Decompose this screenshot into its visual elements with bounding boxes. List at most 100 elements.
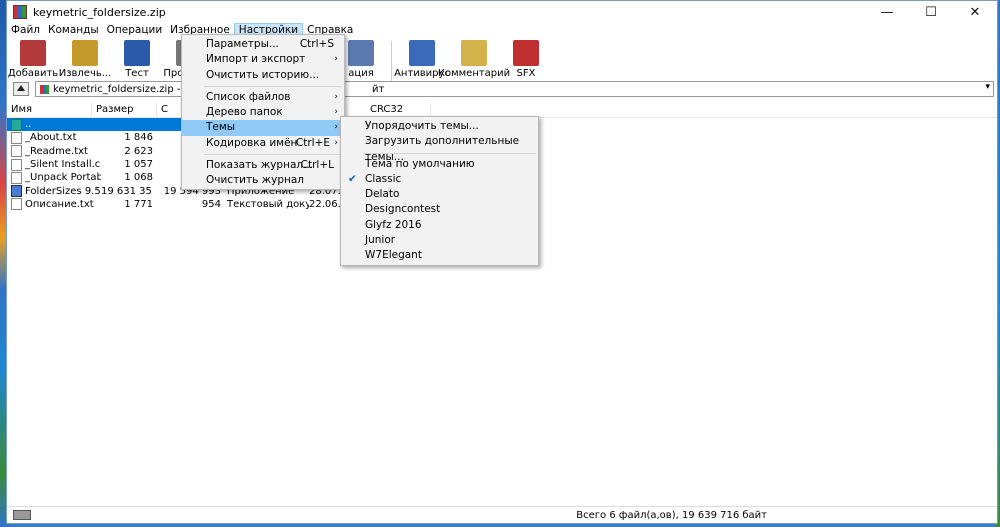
menu-1[interactable]: Команды xyxy=(44,23,103,37)
settings_menu-item-1[interactable]: Импорт и экспорт › xyxy=(182,52,344,67)
toolbar-separator xyxy=(391,41,392,81)
file-name: _About.txt xyxy=(25,132,77,144)
themes_menu-item-label: W7Elegant xyxy=(365,249,422,262)
settings_menu-item-7[interactable]: Кодировка имён Ctrl+E › xyxy=(182,136,344,151)
file-size: 19 631 351 xyxy=(101,185,153,197)
chevron-down-icon[interactable]: ▾ xyxy=(985,82,990,92)
settings_menu-item-5[interactable]: Дерево папок › xyxy=(182,105,344,120)
parent-folder-icon xyxy=(11,118,22,131)
toolbar-button-1[interactable]: Извлечь... xyxy=(59,38,111,84)
themes_menu-item-3[interactable]: Тема по умолчанию xyxy=(341,157,538,172)
themes_menu-item-0[interactable]: Упорядочить темы... xyxy=(341,119,538,134)
settings_menu-item-label: Кодировка имён xyxy=(206,136,298,149)
settings_menu-item-label: Дерево папок xyxy=(206,106,283,119)
settings_menu-item-label: Список файлов xyxy=(206,90,291,103)
file-size: 2 623 xyxy=(124,145,153,157)
chevron-right-icon: › xyxy=(334,54,338,65)
themes_menu-item-label: Упорядочить темы... xyxy=(365,120,479,132)
add-archive-icon xyxy=(20,40,46,66)
shortcut-label: Ctrl+E xyxy=(295,136,330,149)
themes_menu-item-6[interactable]: Designcontest xyxy=(341,202,538,217)
antivirus-icon xyxy=(409,40,435,66)
settings_menu-item-4[interactable]: Список файлов › xyxy=(182,90,344,105)
shortcut-label: Ctrl+L xyxy=(300,159,334,172)
column-size[interactable]: Размер xyxy=(92,103,157,117)
themes_menu-item-label: Тема по умолчанию xyxy=(365,157,475,170)
settings_menu-item-10[interactable]: Очистить журнал xyxy=(182,173,344,188)
file-type: Текстовый докум... xyxy=(227,198,309,210)
archive-icon xyxy=(40,84,49,94)
themes_menu-item-1[interactable]: Загрузить дополнительные темы... xyxy=(341,134,538,162)
chevron-right-icon: › xyxy=(334,107,338,118)
toolbar-label: Извлечь... xyxy=(58,68,112,79)
file-size: 1 068 xyxy=(124,172,153,184)
status-bar: Всего 6 файл(а,ов), 19 639 716 байт xyxy=(7,506,997,523)
settings_menu-item-0[interactable]: Параметры... Ctrl+S xyxy=(182,37,344,52)
toolbar-button-0[interactable]: Добавить xyxy=(7,38,59,84)
toolbar-button-2[interactable]: Тест xyxy=(111,38,163,84)
file-name: Описание.txt xyxy=(25,198,94,210)
themes_menu-item-label: Designcontest xyxy=(365,203,441,216)
file-name: _Silent Install.cmd xyxy=(25,159,101,171)
chevron-right-icon: › xyxy=(334,91,338,102)
themes_menu-item-7[interactable]: Glyfz 2016 xyxy=(341,218,538,233)
column-name[interactable]: Имя xyxy=(7,103,92,117)
text-file-icon xyxy=(11,131,22,144)
settings-menu: Параметры... Ctrl+S Импорт и экспорт › Очист… xyxy=(181,34,345,190)
close-icon: ✕ xyxy=(969,4,981,20)
themes_menu-item-8[interactable]: Junior xyxy=(341,233,538,248)
themes_menu-item-label: Junior xyxy=(365,234,396,247)
comment-icon xyxy=(461,40,487,66)
file-name: .. xyxy=(25,119,32,131)
close-button[interactable]: ✕ xyxy=(953,1,997,23)
address-bar: keymetric_foldersize.zip - ZIP арх йт ▾ xyxy=(7,81,997,97)
maximize-icon: ☐ xyxy=(925,4,937,20)
winrar-app-icon xyxy=(13,5,27,19)
file-name: _Unpack Portabl... xyxy=(25,172,101,184)
address-field[interactable]: keymetric_foldersize.zip - ZIP арх йт ▾ xyxy=(35,81,994,97)
file-packed: 954 xyxy=(201,198,221,210)
themes_menu-item-label: Classic xyxy=(365,172,402,185)
settings_menu-item-label: Очистить историю... xyxy=(206,68,320,81)
up-folder-button[interactable] xyxy=(13,82,29,96)
menu-separator xyxy=(204,85,342,87)
settings_menu-item-label: Параметры... xyxy=(206,38,279,50)
file-row[interactable]: .. xyxy=(7,118,183,132)
extract-icon xyxy=(72,40,98,66)
address-tail: йт xyxy=(372,83,385,95)
settings_menu-item-6[interactable]: Темы › xyxy=(182,120,344,136)
settings_menu-item-label: Показать журнал... xyxy=(206,159,314,172)
maximize-button[interactable]: ☐ xyxy=(909,1,953,23)
toolbar-button-7[interactable]: SFX xyxy=(500,38,552,84)
themes_menu-item-label: Delato xyxy=(365,188,400,201)
menu-0[interactable]: Файл xyxy=(7,23,44,37)
chevron-right-icon: › xyxy=(334,137,338,148)
themes_menu-item-5[interactable]: Delato xyxy=(341,187,538,202)
settings_menu-item-label: Очистить журнал xyxy=(206,174,304,187)
toolbar-label: ация xyxy=(348,68,374,79)
text-file-icon xyxy=(11,145,22,158)
chevron-right-icon: › xyxy=(334,122,338,133)
file-size: 1 771 xyxy=(124,198,153,210)
info-icon xyxy=(348,40,374,66)
themes_menu-item-9[interactable]: W7Elegant xyxy=(341,248,538,263)
keys-icon xyxy=(13,510,31,520)
menu-bar: Файл Команды Операции Избранное Настройки Спр… xyxy=(7,23,997,38)
toolbar-label: SFX xyxy=(516,68,536,79)
text-file-icon xyxy=(11,158,22,171)
themes-submenu: Упорядочить темы... Загрузить дополнитель… xyxy=(340,116,539,266)
minimize-icon: — xyxy=(880,4,894,20)
test-icon xyxy=(124,40,150,66)
window-title: keymetric_foldersize.zip xyxy=(33,5,166,19)
settings_menu-item-2[interactable]: Очистить историю... xyxy=(182,68,344,83)
settings_menu-item-9[interactable]: Показать журнал... Ctrl+L xyxy=(182,158,344,173)
toolbar-button-6[interactable]: Комментарий xyxy=(438,38,510,84)
exe-file-icon xyxy=(11,185,22,198)
column-crc32[interactable]: CRC32 xyxy=(366,103,431,117)
menu-2[interactable]: Операции xyxy=(103,23,166,37)
themes_menu-item-4[interactable]: ✔ Classic xyxy=(341,172,538,187)
title-bar[interactable]: keymetric_foldersize.zip — ☐ ✕ xyxy=(7,1,997,23)
toolbar-label: Добавить xyxy=(7,68,59,79)
sfx-icon xyxy=(513,40,539,66)
minimize-button[interactable]: — xyxy=(865,1,909,23)
